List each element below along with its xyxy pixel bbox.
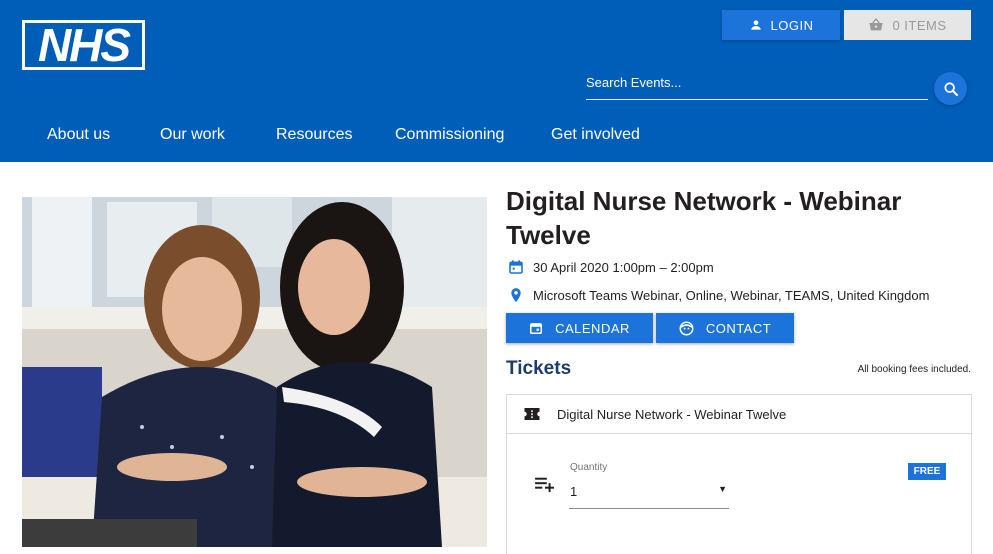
tickets-heading: Tickets xyxy=(506,358,572,379)
ticket-icon xyxy=(524,408,540,420)
event-date: 30 April 2020 1:00pm – 2:00pm xyxy=(533,259,714,275)
search-field xyxy=(586,70,928,100)
nav-item-commissioning[interactable]: Commissioning xyxy=(395,126,504,144)
face-icon xyxy=(679,321,694,335)
calendar-button[interactable]: CALENDAR xyxy=(506,313,653,343)
login-label: LOGIN xyxy=(770,17,814,33)
event-photo xyxy=(22,197,487,547)
location-pin-icon xyxy=(511,288,521,303)
cart-label: 0 ITEMS xyxy=(892,17,947,33)
logo-text: NHS xyxy=(37,19,131,71)
nav-item-our-work[interactable]: Our work xyxy=(160,126,225,144)
event-title: Digital Nurse Network - Webinar Twelve xyxy=(506,186,902,250)
quantity-value: 1 xyxy=(570,484,578,499)
price-badge: FREE xyxy=(908,463,946,480)
event-date-row: 30 April 2020 1:00pm – 2:00pm xyxy=(508,259,714,275)
calendar-icon xyxy=(509,260,523,274)
ticket-header: Digital Nurse Network - Webinar Twelve xyxy=(507,395,971,434)
cart-button[interactable]: 0 ITEMS xyxy=(844,10,971,40)
site-header: NHS LOGIN 0 ITEMS About us Our work Reso… xyxy=(0,0,993,162)
nav-item-resources[interactable]: Resources xyxy=(276,126,352,144)
quantity-select[interactable]: 1 ▼ xyxy=(569,479,729,509)
calendar-icon xyxy=(530,323,543,335)
playlist-add-icon xyxy=(535,477,554,493)
nav-item-about-us[interactable]: About us xyxy=(47,126,110,144)
search-icon xyxy=(943,81,958,96)
login-button[interactable]: LOGIN xyxy=(722,10,840,40)
booking-fees-note: All booking fees included. xyxy=(857,364,971,375)
ticket-card: Digital Nurse Network - Webinar Twelve Q… xyxy=(506,394,972,554)
person-icon xyxy=(750,20,761,30)
event-location: Microsoft Teams Webinar, Online, Webinar… xyxy=(533,288,930,303)
contact-button[interactable]: CONTACT xyxy=(656,313,794,343)
search-input[interactable] xyxy=(586,70,928,94)
basket-icon xyxy=(869,18,884,31)
nav-item-get-involved[interactable]: Get involved xyxy=(551,126,640,144)
contact-label: CONTACT xyxy=(705,320,772,336)
quantity-label: Quantity xyxy=(570,462,608,473)
dropdown-arrow-icon: ▼ xyxy=(718,484,727,494)
nhs-logo[interactable]: NHS xyxy=(22,20,145,70)
ticket-name: Digital Nurse Network - Webinar Twelve xyxy=(557,407,787,422)
search-button[interactable] xyxy=(934,72,967,105)
event-location-row: Microsoft Teams Webinar, Online, Webinar… xyxy=(508,287,929,304)
calendar-label: CALENDAR xyxy=(555,320,630,336)
